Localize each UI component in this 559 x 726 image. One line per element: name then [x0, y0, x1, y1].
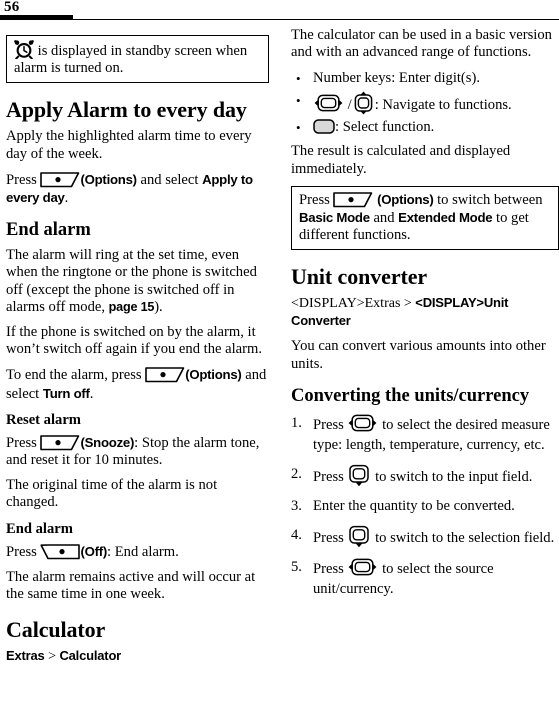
end-alarm-paragraph-2: If the phone is switched on by the alarm…: [6, 324, 263, 358]
right-softkey-icon: [40, 543, 81, 560]
end-alarm-paragraph-1: The alarm will ring at the set time, eve…: [6, 247, 269, 316]
heading-reset-alarm: Reset alarm: [6, 411, 81, 428]
press-label-2: Press: [6, 434, 41, 451]
press-label-4: Press: [299, 191, 334, 208]
heading-unit-converter: Unit converter: [291, 264, 428, 290]
slash-separator: /: [344, 97, 352, 114]
breadcrumb-unit-converter: <DISPLAY>Extras > <DISPLAY>Unit Converte…: [291, 295, 559, 330]
header-rule: [0, 19, 559, 20]
page-header: 56: [0, 0, 559, 27]
unit-converter-paragraph-1: You can convert various amounts into oth…: [291, 338, 546, 372]
step-5-pre: Press: [313, 560, 348, 577]
nav-key-left-right-icon: [314, 93, 343, 113]
end-alarm-text-b: ).: [154, 298, 163, 315]
step-2-post: to switch to the input field.: [371, 468, 533, 485]
mode-basic-label: Basic Mode: [299, 210, 370, 226]
left-column: is displayed in standby screen when alar…: [6, 27, 269, 726]
left-softkey-icon: [333, 191, 373, 208]
alarm-clock-icon: [14, 40, 34, 59]
end-alarm-2-paragraph-1: Press (Off): End alarm.: [6, 543, 269, 561]
apply-alarm-paragraph-1: Apply the highlighted alarm time to ever…: [6, 128, 252, 162]
breadcrumb-segment-display-extras: <DISPLAY>Extras: [291, 296, 401, 312]
reset-alarm-paragraph-2: The original time of the alarm is not ch…: [6, 477, 218, 511]
step-4-pre: Press: [313, 529, 348, 546]
list-item: Enter the quantity to be converted.: [291, 496, 559, 516]
bullet-text-number-keys: Number keys: Enter digit(s).: [313, 70, 480, 87]
list-item: Press to switch to the input field.: [291, 464, 559, 487]
bullet-text-navigate: : Navigate to functions.: [374, 97, 512, 114]
step-4-post: to switch to the selection field.: [371, 529, 555, 546]
press-label-3: Press: [6, 543, 41, 560]
note-calculator-modes-text: Press (Options) to switch between Basic …: [299, 191, 551, 245]
list-item: Number keys: Enter digit(s).: [291, 69, 559, 88]
step-1-pre: Press: [313, 416, 348, 433]
end-alarm-paragraph-3: To end the alarm, press (Options) and se…: [6, 366, 269, 402]
calculator-paragraph-2: The result is calculated and displayed i…: [291, 143, 511, 177]
note-box-standby-alarm: is displayed in standby screen when alar…: [6, 35, 269, 84]
end-alarm-2-paragraph-2: The alarm remains active and will occur …: [6, 568, 256, 603]
page-body: is displayed in standby screen when alar…: [0, 27, 559, 726]
nav-key-left-right-icon: [348, 413, 377, 433]
note-box-calculator-modes: Press (Options) to switch between Basic …: [291, 185, 559, 251]
reset-alarm-paragraph-1: Press (Snooze): Stop the alarm tone, and…: [6, 434, 269, 469]
options-softkey-label: (Options): [185, 367, 242, 383]
period-2: .: [89, 385, 94, 402]
breadcrumb-separator-2: >: [400, 296, 416, 312]
list-item: Press to select the desired measure type…: [291, 413, 559, 455]
nav-key-down-icon: [348, 525, 370, 548]
list-item: Press to select the source unit/currency…: [291, 557, 559, 599]
apply-alarm-paragraph-2: Press (Options) and select Apply to ever…: [6, 171, 269, 207]
list-item: / : Navigate to functions.: [291, 91, 559, 115]
heading-converting-units-currency: Converting the units/currency: [291, 385, 530, 406]
period-1: .: [64, 190, 69, 207]
calculator-paragraph-1: The calculator can be used in a basic ve…: [291, 27, 552, 61]
left-softkey-icon: [145, 366, 185, 383]
nav-key-up-down-icon: [353, 91, 374, 115]
mode-extended-label: Extended Mode: [398, 210, 493, 226]
list-item: : Select function.: [291, 118, 559, 137]
off-softkey-label: (Off): [80, 543, 108, 559]
cross-reference-page-15[interactable]: page 15: [109, 300, 155, 314]
left-softkey-icon: [40, 171, 80, 188]
select-key-icon: [313, 119, 335, 135]
press-label: Press: [6, 171, 41, 188]
step-3-text: Enter the quantity to be converted.: [313, 497, 515, 514]
and-label: and: [369, 210, 399, 227]
note-standby-alarm-label: is displayed in standby screen when alar…: [14, 43, 248, 77]
left-softkey-icon: [40, 434, 80, 451]
note-standby-alarm-text: is displayed in standby screen when alar…: [14, 40, 261, 77]
nav-key-left-right-icon: [348, 557, 377, 577]
heading-apply-alarm-every-day: Apply Alarm to every day: [6, 97, 247, 123]
snooze-softkey-label: (Snooze): [80, 434, 135, 450]
breadcrumb-segment-calculator: Calculator: [59, 648, 122, 664]
bullet-text-select: : Select function.: [335, 119, 435, 136]
step-2-pre: Press: [313, 468, 348, 485]
breadcrumb-separator: >: [44, 649, 60, 665]
and-select-label: and select: [136, 171, 203, 188]
heading-calculator: Calculator: [6, 617, 106, 643]
converting-steps-list: Press to select the desired measure type…: [291, 413, 559, 599]
options-softkey-label: (Options): [80, 171, 137, 187]
breadcrumb-calculator: Extras > Calculator: [6, 648, 269, 666]
right-column: The calculator can be used in a basic ve…: [291, 27, 559, 726]
nav-key-down-icon: [348, 464, 370, 487]
header-tab-marker: [0, 15, 73, 20]
to-switch-between-label: to switch between: [433, 191, 543, 208]
heading-end-alarm: End alarm: [6, 220, 91, 241]
heading-end-alarm-2: End alarm: [6, 520, 73, 537]
breadcrumb-segment-extras: Extras: [6, 648, 45, 664]
calculator-key-list: Number keys: Enter digit(s). / : Navigate…: [291, 69, 559, 137]
options-softkey-label: (Options): [377, 191, 434, 207]
end-alarm-2-text-b: : End alarm.: [107, 543, 179, 560]
page-number: 56: [4, 0, 20, 15]
to-end-alarm-label: To end the alarm, press: [6, 367, 146, 384]
menu-command-turn-off: Turn off: [42, 385, 90, 401]
list-item: Press to switch to the selection field.: [291, 525, 559, 548]
